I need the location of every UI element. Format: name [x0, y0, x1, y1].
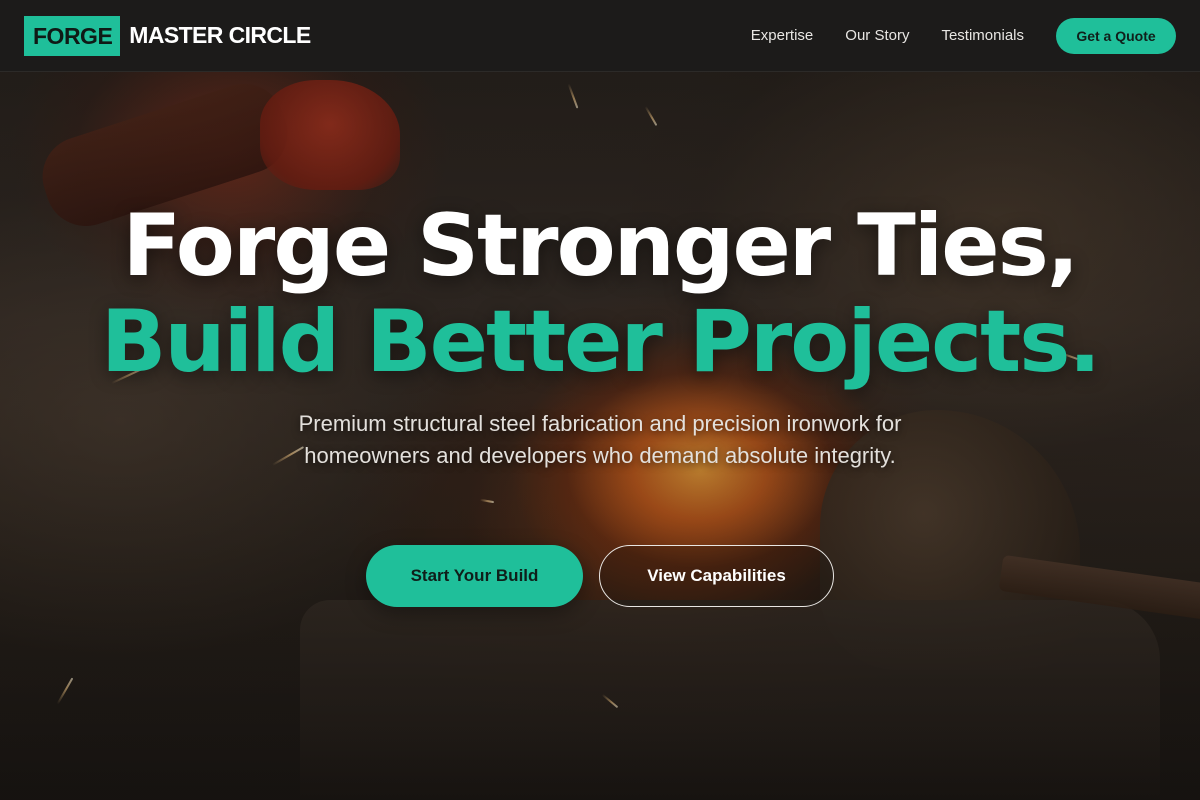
nav-links: Expertise Our Story Testimonials Get a Q… [751, 17, 1176, 54]
brand-logo[interactable]: FORGE MASTER CIRCLE [24, 15, 311, 56]
hero-subtitle: Premium structural steel fabrication and… [298, 411, 902, 468]
nav-link-our-story[interactable]: Our Story [845, 27, 909, 44]
hero-title-line-1: Forge Stronger Ties, [122, 196, 1080, 296]
view-capabilities-button[interactable]: View Capabilities [599, 545, 834, 607]
top-navbar: FORGE MASTER CIRCLE Expertise Our Story … [0, 0, 1200, 72]
start-your-build-button[interactable]: Start Your Build [366, 545, 583, 607]
nav-link-testimonials[interactable]: Testimonials [941, 27, 1024, 44]
hero-title-line-2: Build Better Projects. [100, 292, 1101, 392]
nav-link-expertise[interactable]: Expertise [751, 27, 814, 44]
hero-section: Forge Stronger Ties, Build Better Projec… [0, 0, 1200, 800]
get-a-quote-button[interactable]: Get a Quote [1056, 17, 1176, 54]
brand-name: MASTER CIRCLE [129, 22, 311, 48]
brand-logo-box: FORGE [24, 15, 121, 56]
